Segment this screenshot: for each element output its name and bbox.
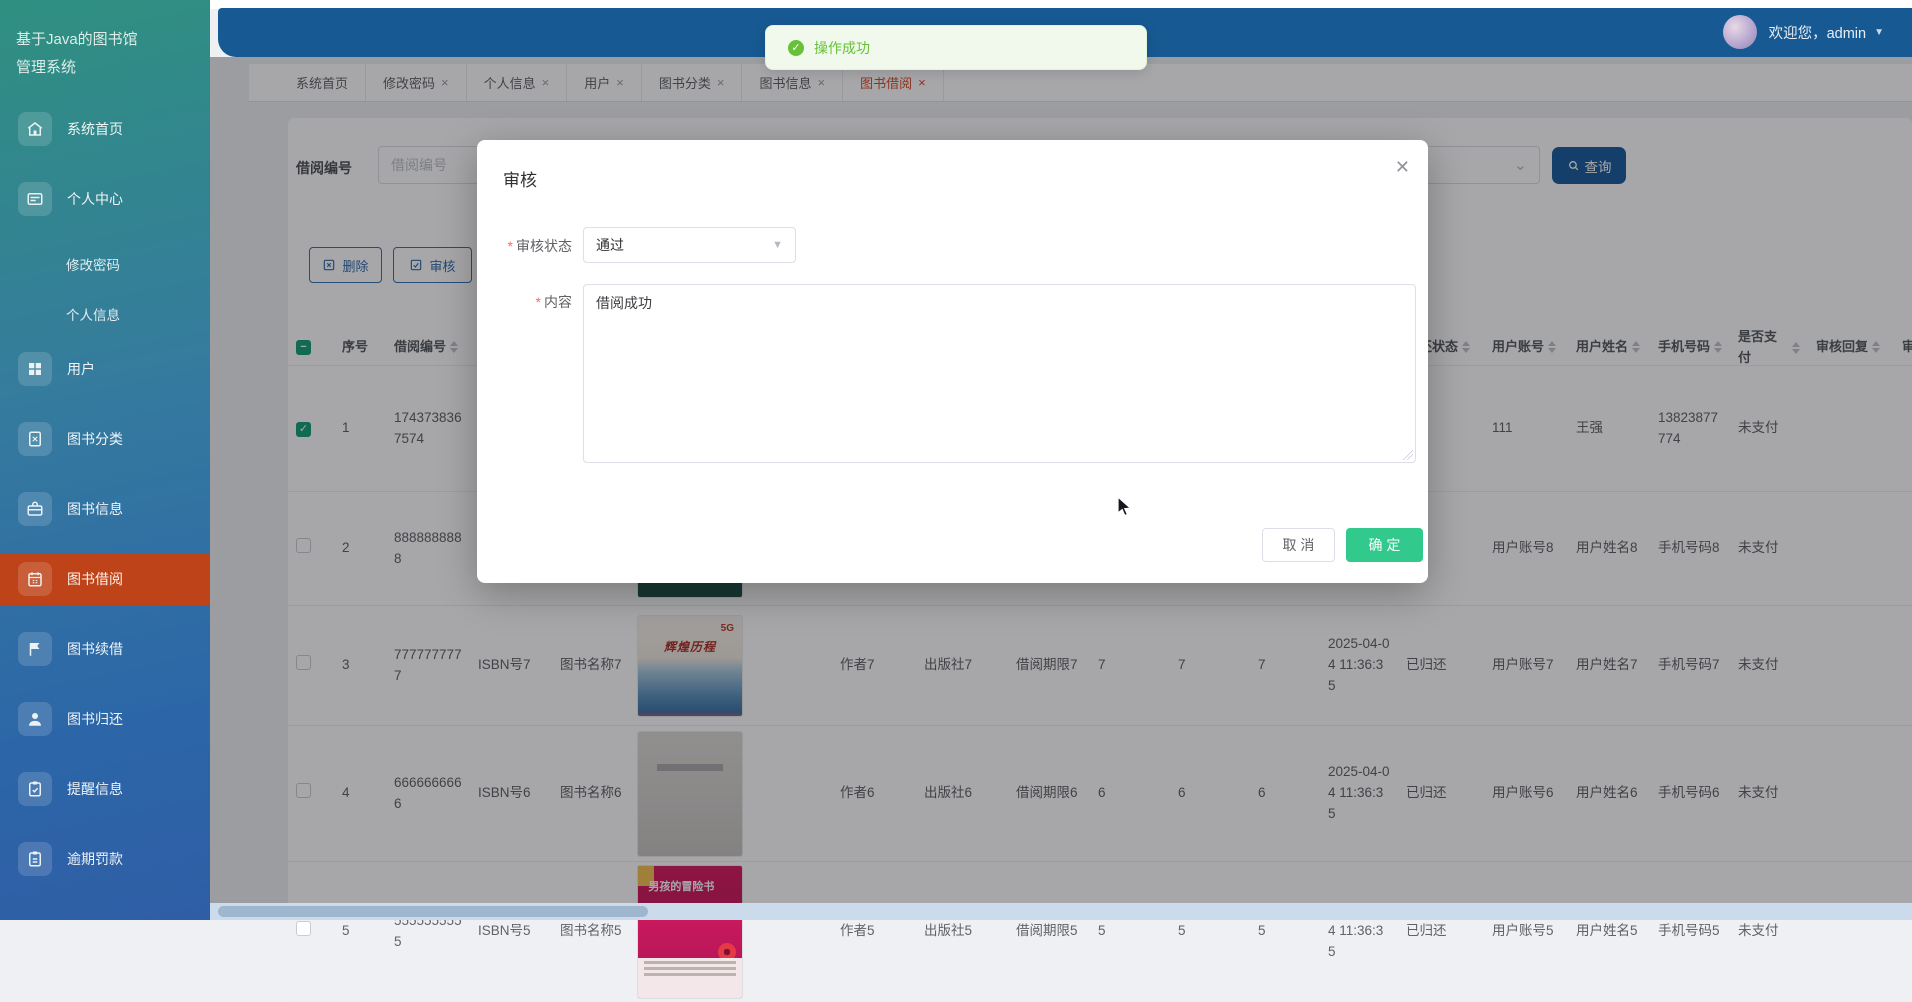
sidebar-item-4[interactable]: 用户 xyxy=(0,346,210,392)
required-asterisk: * xyxy=(535,294,541,310)
avatar[interactable] xyxy=(1722,15,1757,49)
cancel-button[interactable]: 取 消 xyxy=(1262,528,1335,562)
cell-11: 5 xyxy=(1258,923,1266,939)
sidebar-item-label: 提醒信息 xyxy=(67,780,123,797)
status-select-value: 通过 xyxy=(596,237,624,253)
dialog-title: 审核 xyxy=(503,171,537,190)
calendar-icon xyxy=(18,561,52,596)
cell-16: 手机号码5 xyxy=(1658,923,1720,939)
cell-0: 5 xyxy=(342,923,350,939)
sidebar-item-label: 系统首页 xyxy=(67,120,123,137)
sidebar-item-label: 用户 xyxy=(67,360,95,377)
sidebar-subitem-3[interactable]: 个人信息 xyxy=(0,296,210,336)
audit-dialog: 审核 ✕ * 审核状态 通过 ▼ * 内容 借阅成功 取 消 确 定 xyxy=(477,140,1428,583)
confirm-button[interactable]: 确 定 xyxy=(1346,528,1423,562)
profile-card-icon xyxy=(18,181,52,216)
welcome-text: 欢迎您，admin xyxy=(1768,25,1867,42)
user-menu[interactable]: 欢迎您，admin ▼ xyxy=(1722,15,1884,49)
cell-17: 未支付 xyxy=(1738,923,1779,939)
cell-7: 出版社5 xyxy=(924,923,973,939)
row-checkbox-cell xyxy=(288,920,334,943)
sidebar-item-label: 图书信息 xyxy=(67,500,123,517)
home-icon xyxy=(18,111,52,146)
content-field-label: * 内容 xyxy=(535,294,572,310)
app-title: 基于Java的图书馆管理系统 xyxy=(16,31,138,76)
sidebar-item-10[interactable]: 提醒信息 xyxy=(0,766,210,812)
status-field-label: * 审核状态 xyxy=(507,238,572,254)
cell-3: 图书名称5 xyxy=(560,923,622,939)
mouse-cursor xyxy=(1117,496,1132,517)
sidebar-item-5[interactable]: 图书分类 xyxy=(0,416,210,462)
sidebar-subitem-2[interactable]: 修改密码 xyxy=(0,246,210,286)
sidebar: 基于Java的图书馆管理系统 系统首页个人中心修改密码个人信息用户图书分类图书信… xyxy=(0,0,210,920)
cell-10: 5 xyxy=(1178,923,1186,939)
document-icon xyxy=(18,421,52,456)
content-textarea-value: 借阅成功 xyxy=(596,295,652,311)
user-icon xyxy=(18,701,52,736)
cell-8: 借阅期限5 xyxy=(1016,923,1078,939)
sidebar-item-7[interactable]: 图书借阅 xyxy=(0,552,210,605)
sidebar-menu: 系统首页个人中心修改密码个人信息用户图书分类图书信息图书借阅图书续借图书归还提醒… xyxy=(0,106,210,882)
sidebar-item-label: 图书归还 xyxy=(67,710,123,727)
sidebar-item-9[interactable]: 图书归还 xyxy=(0,696,210,742)
required-asterisk: * xyxy=(507,238,513,254)
sidebar-item-6[interactable]: 图书信息 xyxy=(0,486,210,532)
content-textarea[interactable]: 借阅成功 xyxy=(583,284,1416,463)
sidebar-item-label: 图书借阅 xyxy=(67,570,123,587)
cell-9: 5 xyxy=(1098,923,1106,939)
sidebar-item-label: 个人中心 xyxy=(67,190,123,207)
row-checkbox[interactable] xyxy=(296,920,311,936)
briefcase-icon xyxy=(18,491,52,526)
cell-14: 用户账号5 xyxy=(1492,923,1554,939)
cell-15: 用户姓名5 xyxy=(1576,923,1638,939)
resize-handle[interactable] xyxy=(1403,450,1413,460)
sidebar-item-0[interactable]: 系统首页 xyxy=(0,106,210,152)
horizontal-scrollbar[interactable] xyxy=(210,903,1912,920)
chevron-down-icon: ▼ xyxy=(772,239,783,251)
success-toast: ✓ 操作成功 xyxy=(765,25,1147,70)
sidebar-item-8[interactable]: 图书续借 xyxy=(0,626,210,672)
sidebar-item-label: 逾期罚款 xyxy=(67,850,123,867)
status-select[interactable]: 通过 ▼ xyxy=(583,227,796,263)
sidebar-item-1[interactable]: 个人中心 xyxy=(0,176,210,222)
cover-text-block xyxy=(638,957,742,998)
clipboard-icon xyxy=(18,841,52,876)
sidebar-item-label: 图书分类 xyxy=(67,430,123,447)
clipboard-check-icon xyxy=(18,771,52,806)
sidebar-item-label: 图书续借 xyxy=(67,640,123,657)
flag-icon xyxy=(18,631,52,666)
scrollbar-thumb[interactable] xyxy=(218,906,648,917)
close-icon[interactable]: ✕ xyxy=(1395,158,1410,176)
success-check-icon: ✓ xyxy=(788,39,804,56)
chevron-down-icon: ▼ xyxy=(1874,26,1884,38)
sidebar-item-11[interactable]: 逾期罚款 xyxy=(0,836,210,882)
cell-13: 已归还 xyxy=(1406,923,1447,939)
grid-icon xyxy=(18,351,52,386)
toast-message: 操作成功 xyxy=(814,39,870,56)
cell-6: 作者5 xyxy=(840,923,875,939)
cell-2: ISBN号5 xyxy=(478,923,531,939)
